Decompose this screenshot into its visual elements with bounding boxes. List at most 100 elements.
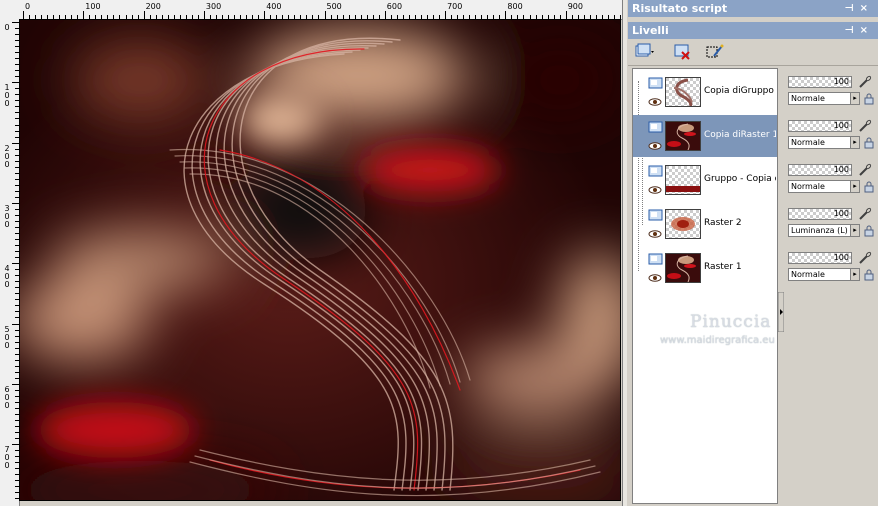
panel-splitter-handle[interactable] [777, 291, 785, 333]
lock-icon[interactable] [864, 93, 876, 105]
layers-panel-title: Livelli ⊣× [628, 22, 878, 39]
ruler-tick [23, 11, 24, 19]
opacity-slider[interactable]: 100 [788, 120, 852, 132]
lock-icon[interactable] [864, 269, 876, 281]
image-canvas[interactable] [20, 20, 620, 500]
opacity-slider[interactable]: 100 [788, 252, 852, 264]
ruler-tick [12, 202, 19, 204]
ruler-label: 900 [567, 2, 583, 11]
ruler-tick [12, 82, 19, 84]
blend-mode-value: Normale [791, 94, 825, 103]
lock-icon[interactable] [864, 181, 876, 193]
ruler-label: 2 0 0 [4, 143, 10, 169]
ruler-tick [83, 11, 85, 19]
ruler-label: 300 [205, 2, 222, 11]
eye-visibility-icon[interactable] [648, 230, 662, 238]
ruler-tick [12, 22, 19, 23]
layer-row[interactable]: Copia diGruppo - [633, 71, 777, 113]
layer-row[interactable]: Gruppo - Copia d [633, 159, 777, 201]
eye-visibility-icon[interactable] [648, 98, 662, 106]
ruler-label: 800 [507, 2, 523, 11]
ruler-tick [12, 263, 19, 265]
layer-properties-row: 100 Luminanza (L) ▸ [786, 207, 878, 250]
ruler-label: 200 [145, 2, 161, 11]
canvas-vertical-scrollbar[interactable] [622, 0, 627, 506]
brush-edit-icon[interactable] [858, 207, 872, 221]
ruler-tick [143, 11, 145, 19]
lock-icon[interactable] [864, 225, 876, 237]
chevron-right-icon[interactable]: ▸ [850, 137, 859, 148]
script-panel-title-text: Risultato script [632, 2, 728, 15]
layer-properties-row: 100 Normale ▸ [786, 163, 878, 206]
script-panel-title: Risultato script ⊣× [628, 0, 878, 17]
layer-name: Copia diRaster 1 [704, 130, 776, 140]
blend-mode-select[interactable]: Normale ▸ [788, 180, 860, 193]
blend-mode-select[interactable]: Normale ▸ [788, 92, 860, 105]
delete-layer-icon[interactable] [672, 42, 694, 62]
ruler-label: 6 0 0 [4, 384, 10, 410]
blend-mode-select[interactable]: Luminanza (L) ▸ [788, 224, 860, 237]
layer-row[interactable]: Copia diRaster 1 [633, 115, 777, 157]
watermark-url: www.maidiregrafica.eu [660, 335, 775, 346]
blend-mode-select[interactable]: Normale ▸ [788, 136, 860, 149]
panel-pin-close-icons[interactable]: ⊣× [844, 0, 874, 17]
layer-type-icon[interactable] [648, 77, 664, 89]
horizontal-ruler: 0 100 200 300 400 500 600 700 800 900 [0, 0, 624, 20]
lock-icon[interactable] [864, 137, 876, 149]
eye-visibility-icon[interactable] [648, 142, 662, 150]
ruler-label: 7 0 0 [4, 445, 10, 471]
chevron-right-icon[interactable]: ▸ [850, 93, 859, 104]
layers-toolbar [628, 39, 878, 66]
chevron-right-icon[interactable]: ▸ [850, 225, 859, 236]
ruler-tick [12, 142, 19, 144]
eye-visibility-icon[interactable] [648, 274, 662, 282]
blend-mode-select[interactable]: Normale ▸ [788, 268, 860, 281]
ruler-tick [384, 11, 386, 19]
layer-type-icon[interactable] [648, 209, 664, 221]
ruler-label: 1 0 0 [4, 83, 10, 109]
ruler-label: 3 0 0 [4, 203, 10, 229]
brush-edit-icon[interactable] [858, 119, 872, 133]
ruler-label: 700 [447, 2, 463, 11]
layer-type-icon[interactable] [648, 253, 664, 265]
ruler-tick [12, 323, 19, 325]
ruler-label: 4 0 0 [4, 264, 10, 290]
brush-edit-icon[interactable] [858, 163, 872, 177]
layer-properties-column: 100 Normale ▸ 100 Normale ▸ 100 Normale ▸ 100 Lumi… [786, 68, 878, 502]
layer-row[interactable]: Raster 2 [633, 203, 777, 245]
ruler-label: 600 [386, 2, 403, 11]
ruler-tick [324, 11, 326, 19]
blend-mode-value: Luminanza (L) [791, 226, 848, 235]
layers-list: Copia diGruppo - Copia diRaster 1 Gruppo -… [632, 68, 778, 504]
ruler-label: 0 [25, 2, 31, 11]
new-layer-icon[interactable] [634, 42, 656, 62]
blend-mode-value: Normale [791, 138, 825, 147]
canvas-artwork [20, 20, 620, 500]
chevron-right-icon[interactable]: ▸ [850, 181, 859, 192]
layer-row[interactable]: Raster 1 [633, 247, 777, 289]
brush-edit-icon[interactable] [858, 251, 872, 265]
blend-mode-value: Normale [791, 182, 825, 191]
layer-thumbnail [665, 253, 701, 283]
opacity-slider[interactable]: 100 [788, 164, 852, 176]
layer-type-icon[interactable] [648, 165, 664, 177]
mask-selection-icon[interactable] [704, 42, 726, 62]
layer-type-icon[interactable] [648, 121, 664, 133]
eye-visibility-icon[interactable] [648, 186, 662, 194]
opacity-slider[interactable]: 100 [788, 76, 852, 88]
ruler-tick [264, 11, 266, 19]
ruler-label: 400 [266, 2, 282, 11]
layer-thumbnail [665, 77, 701, 108]
ruler-label: 5 0 0 [4, 324, 10, 350]
watermark-name: Pinuccia [690, 312, 772, 332]
ruler-tick [565, 11, 567, 19]
opacity-slider[interactable]: 100 [788, 208, 852, 220]
chevron-right-icon[interactable]: ▸ [850, 269, 859, 280]
ruler-tick [203, 11, 205, 19]
brush-edit-icon[interactable] [858, 75, 872, 89]
layers-panel-title-text: Livelli [632, 24, 669, 37]
layer-name: Raster 1 [704, 262, 742, 272]
layer-thumbnail [665, 165, 701, 195]
layers-panel-pin-close-icons[interactable]: ⊣× [844, 22, 874, 39]
ruler-label: 100 [85, 2, 101, 11]
